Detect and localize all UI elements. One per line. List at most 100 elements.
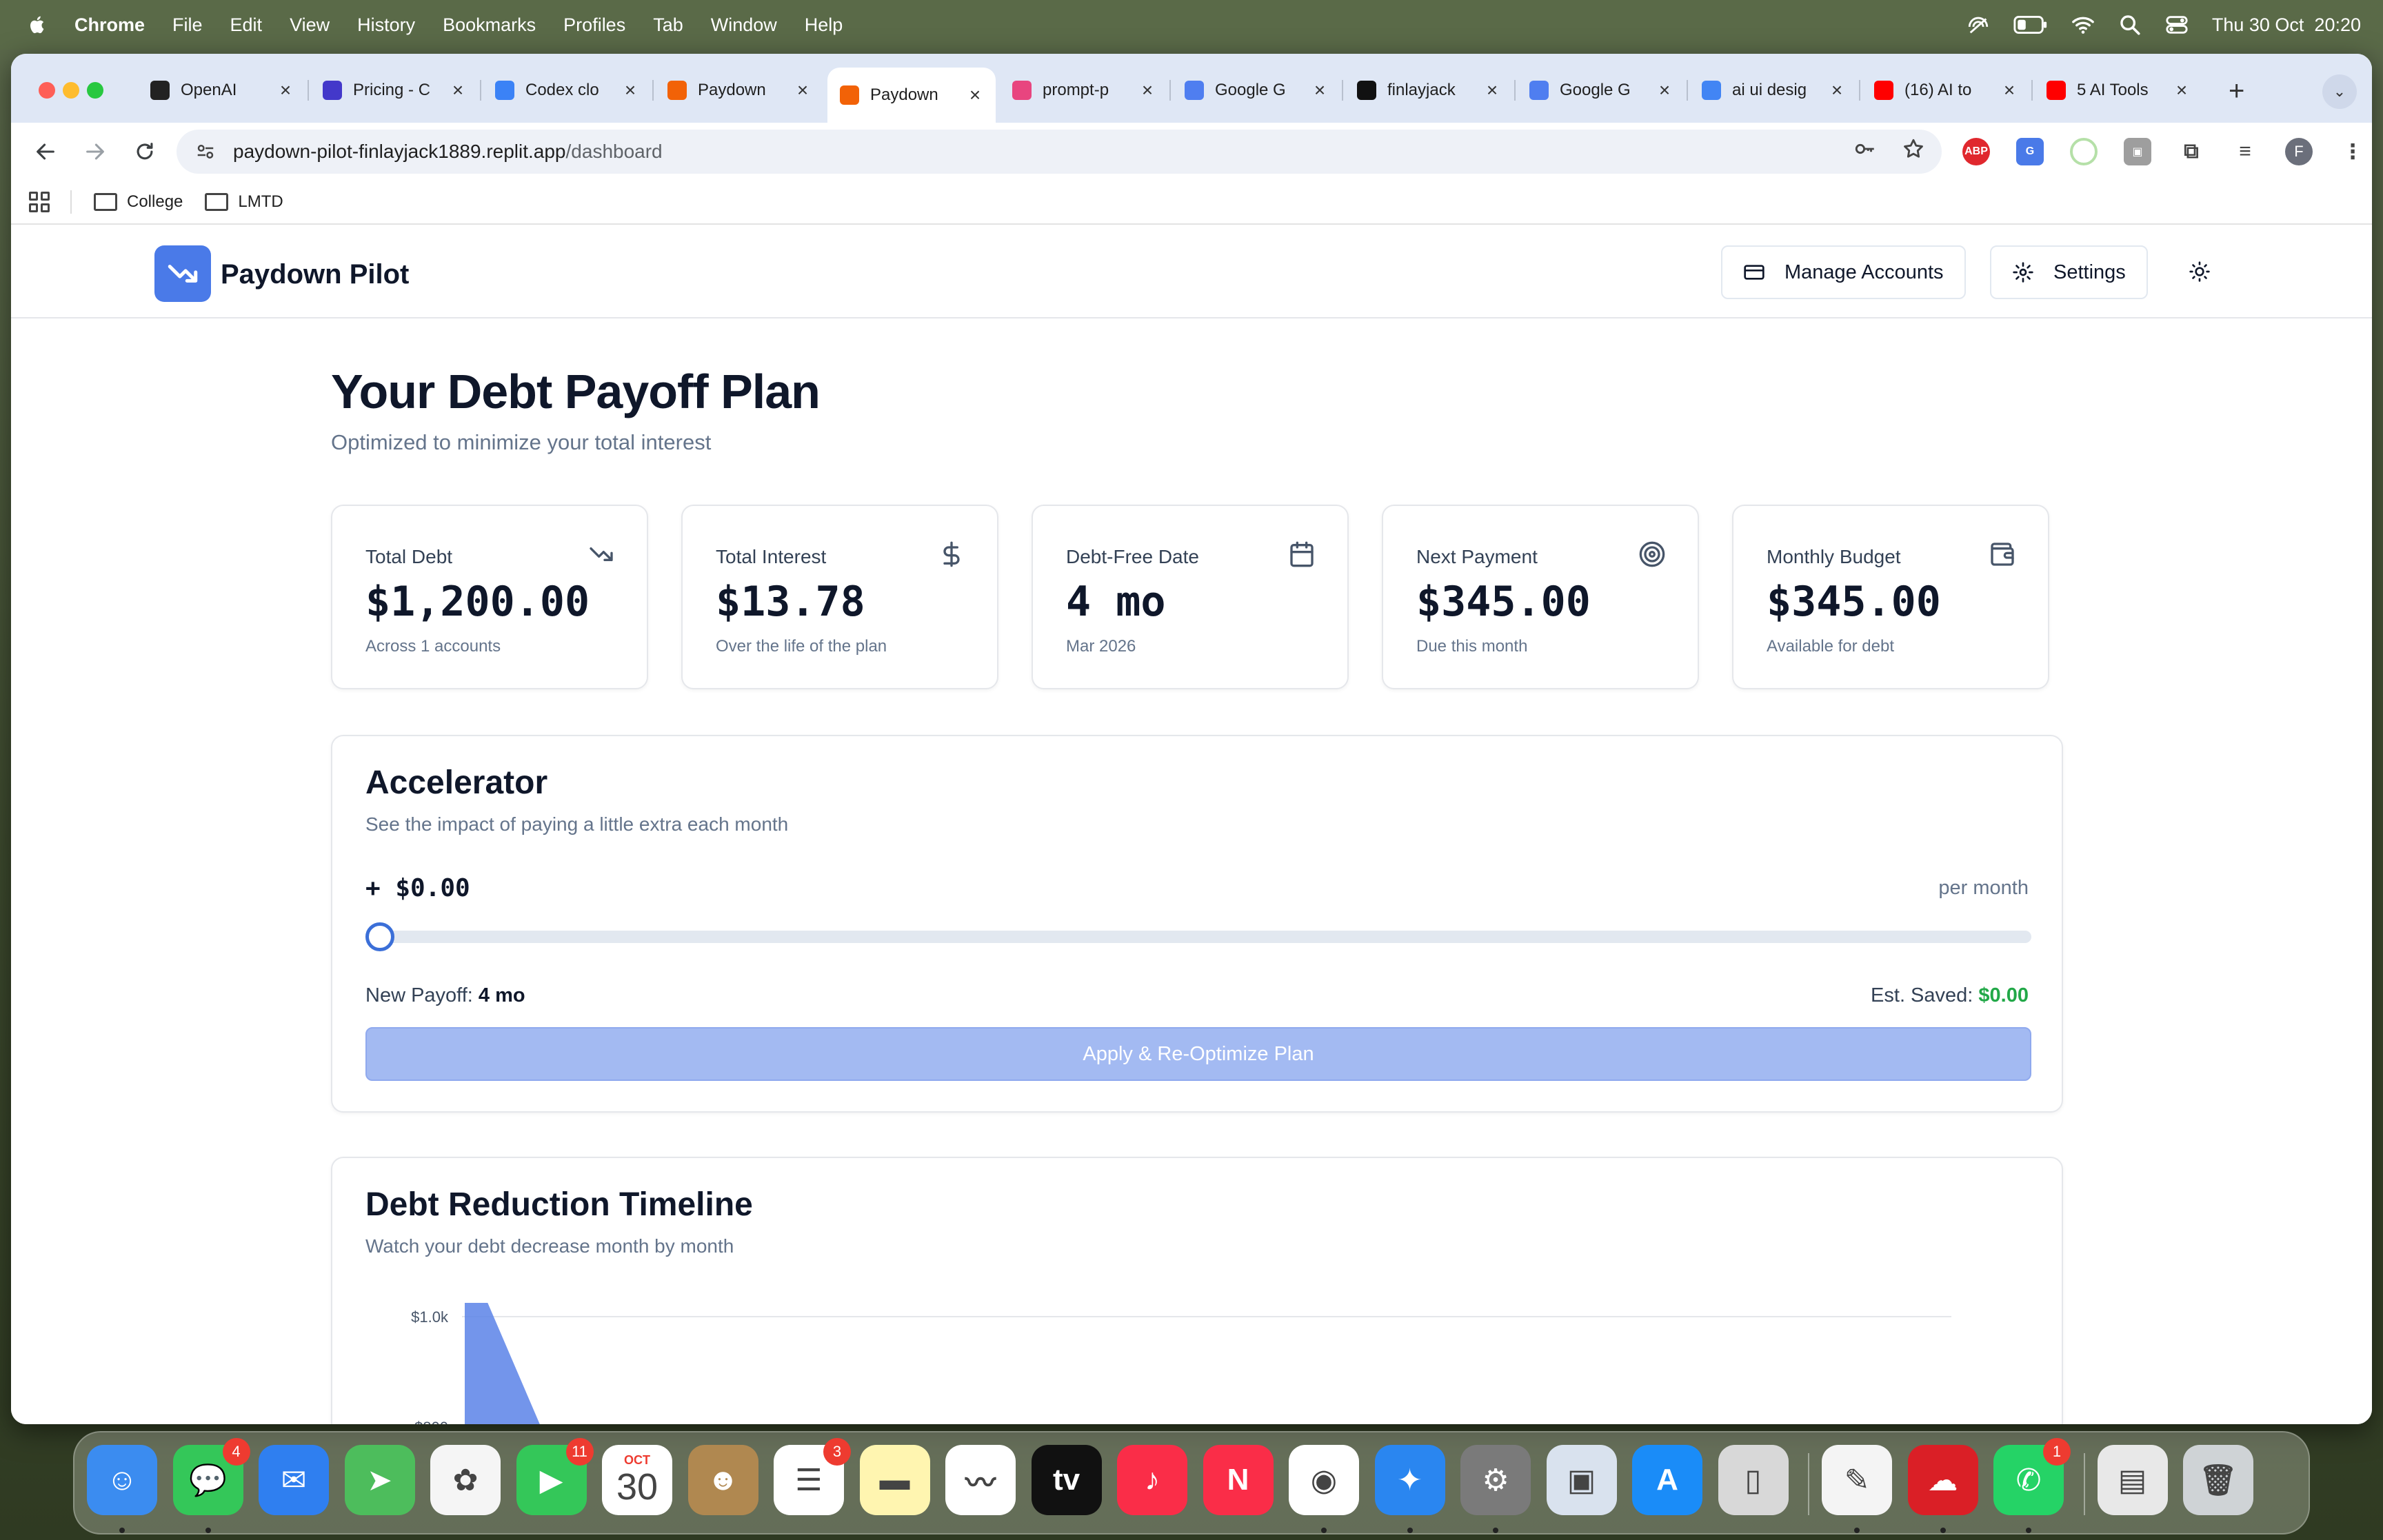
window-minimize-button[interactable] — [63, 82, 79, 99]
dock-chrome-icon[interactable]: ◉ — [1289, 1445, 1359, 1515]
menu-help[interactable]: Help — [805, 14, 843, 36]
extra-payment-slider-track[interactable] — [365, 931, 2031, 943]
dock-badge: 1 — [2043, 1438, 2071, 1466]
dock-freeform-icon[interactable]: 〰 — [945, 1445, 1016, 1515]
control-center-icon[interactable] — [2165, 13, 2189, 37]
password-key-icon[interactable] — [1853, 137, 1877, 166]
bookmark-college[interactable]: College — [94, 192, 183, 212]
extra-payment-slider-thumb[interactable] — [365, 922, 394, 951]
reload-icon[interactable] — [127, 134, 163, 170]
tab-close-icon[interactable]: × — [450, 79, 466, 101]
dock-creative-cloud-icon[interactable]: ☁ — [1907, 1445, 1978, 1515]
dock-app-store-icon[interactable]: A — [1632, 1445, 1702, 1515]
browser-tab[interactable]: (16) AI to × — [1862, 68, 2030, 113]
reading-list-icon[interactable]: ≡ — [2231, 138, 2259, 165]
back-arrow-icon[interactable] — [28, 134, 63, 170]
browser-tab[interactable]: Pricing - C × — [310, 68, 479, 113]
browser-tab[interactable]: ai ui desig × — [1689, 68, 1858, 113]
replit-icon — [667, 81, 687, 100]
menu-view[interactable]: View — [290, 14, 330, 36]
dock-apple-tv-icon[interactable]: tv — [1031, 1445, 1102, 1515]
browser-tab[interactable]: OpenAI × — [138, 68, 306, 113]
profile-avatar[interactable]: F — [2285, 138, 2313, 165]
screenshot-extension-icon[interactable]: ▣ — [2124, 138, 2151, 165]
app-logo[interactable] — [154, 245, 211, 302]
app-brand-name[interactable]: Paydown Pilot — [221, 259, 409, 290]
manage-accounts-button[interactable]: Manage Accounts — [1721, 245, 1966, 299]
apple-menu-icon[interactable] — [28, 13, 48, 37]
menu-bookmarks[interactable]: Bookmarks — [443, 14, 536, 36]
tab-close-icon[interactable]: × — [1311, 79, 1328, 101]
tab-search-chevron-icon[interactable]: ⌄ — [2322, 74, 2357, 109]
browser-tab[interactable]: Google G × — [1172, 68, 1340, 113]
dock-mail-icon[interactable]: ✉ — [259, 1445, 329, 1515]
browser-tab[interactable]: Paydown × — [655, 68, 823, 113]
dock-safari-icon[interactable]: ✦ — [1374, 1445, 1445, 1515]
settings-button[interactable]: Settings — [1990, 245, 2148, 299]
apply-reoptimize-button[interactable]: Apply & Re-Optimize Plan — [365, 1027, 2031, 1081]
loading-extension-icon[interactable] — [2070, 138, 2098, 165]
adblock-plus-icon[interactable]: ABP — [1962, 138, 1990, 165]
menu-history[interactable]: History — [357, 14, 415, 36]
forward-arrow-icon[interactable] — [77, 134, 113, 170]
window-zoom-button[interactable] — [87, 82, 103, 99]
dock-notes-icon[interactable]: ▬ — [859, 1445, 930, 1515]
new-tab-button[interactable]: + — [2229, 76, 2244, 107]
bookmark-lmtd[interactable]: LMTD — [205, 192, 283, 212]
wifi-icon[interactable] — [2071, 13, 2095, 37]
dock-preview-icon[interactable]: ▣ — [1546, 1445, 1617, 1515]
dock-music-icon[interactable]: ♪ — [1117, 1445, 1187, 1515]
menu-profiles[interactable]: Profiles — [563, 14, 625, 36]
browser-tab[interactable]: Paydown × — [827, 68, 996, 123]
dock-photos-icon[interactable]: ✿ — [430, 1445, 501, 1515]
browser-tab[interactable]: finlayjack × — [1345, 68, 1513, 113]
tab-close-icon[interactable]: × — [1484, 79, 1500, 101]
dock-iphone-mirroring-icon[interactable]: ▯ — [1718, 1445, 1789, 1515]
menu-edit[interactable]: Edit — [230, 14, 263, 36]
dock-messages-icon[interactable]: 💬 4 — [172, 1438, 250, 1515]
menubar-clock[interactable]: Thu 30 Oct 20:20 — [2212, 14, 2361, 36]
tab-close-icon[interactable]: × — [622, 79, 639, 101]
tab-close-icon[interactable]: × — [2173, 79, 2190, 101]
dock-facetime-icon[interactable]: ▶ 11 — [516, 1438, 594, 1515]
dock-system-settings-icon[interactable]: ⚙ — [1460, 1445, 1531, 1515]
chrome-menu-icon[interactable]: ⋮ — [2339, 138, 2366, 165]
site-info-icon[interactable] — [193, 139, 218, 164]
dock-textedit-icon[interactable]: ✎ — [1822, 1445, 1892, 1515]
tab-close-icon[interactable]: × — [1656, 79, 1673, 101]
dock-news-icon[interactable]: N — [1203, 1445, 1274, 1515]
dock-reminders-icon[interactable]: ☰ 3 — [774, 1438, 851, 1515]
tab-close-icon[interactable]: × — [2001, 79, 2018, 101]
theme-toggle-sun-icon[interactable] — [2184, 256, 2215, 287]
browser-tab[interactable]: Codex clo × — [483, 68, 651, 113]
menu-window[interactable]: Window — [711, 14, 777, 36]
dock-whatsapp-icon[interactable]: ✆ 1 — [1993, 1438, 2071, 1515]
dock-badge: 3 — [823, 1438, 851, 1466]
dock-calendar-icon[interactable]: OCT 30 — [602, 1445, 672, 1515]
tab-close-icon[interactable]: × — [794, 79, 811, 101]
dock-whatsapp-window-icon[interactable]: ▤ — [2097, 1445, 2168, 1515]
browser-tab[interactable]: prompt-p × — [1000, 68, 1168, 113]
translate-icon[interactable]: G — [2016, 138, 2044, 165]
menu-file[interactable]: File — [172, 14, 203, 36]
spotlight-search-icon[interactable] — [2118, 13, 2142, 37]
dock-finder-icon[interactable]: ☺ — [87, 1445, 157, 1515]
dock-contacts-icon[interactable]: ☻ — [687, 1445, 758, 1515]
browser-tab[interactable]: Google G × — [1517, 68, 1685, 113]
tab-close-icon[interactable]: × — [1829, 79, 1845, 101]
menu-app-name[interactable]: Chrome — [74, 14, 145, 36]
tab-close-icon[interactable]: × — [1139, 79, 1156, 101]
battery-icon[interactable] — [2013, 13, 2048, 37]
apps-grid-icon[interactable] — [29, 192, 50, 212]
tab-close-icon[interactable]: × — [277, 79, 294, 101]
browser-tab[interactable]: 5 AI Tools × — [2034, 68, 2202, 113]
window-close-button[interactable] — [39, 82, 55, 99]
dock-trash-icon[interactable]: 🗑 — [2183, 1445, 2253, 1515]
vpn-status-icon[interactable] — [1967, 13, 1990, 37]
dock-maps-icon[interactable]: ➤ — [344, 1445, 415, 1515]
bookmark-star-icon[interactable] — [1902, 137, 1925, 166]
menu-tab[interactable]: Tab — [653, 14, 683, 36]
tab-close-icon[interactable]: × — [967, 84, 983, 106]
extensions-puzzle-icon[interactable]: ⧉ — [2178, 138, 2205, 165]
address-bar[interactable]: paydown-pilot-finlayjack1889.replit.app/… — [177, 130, 1942, 174]
